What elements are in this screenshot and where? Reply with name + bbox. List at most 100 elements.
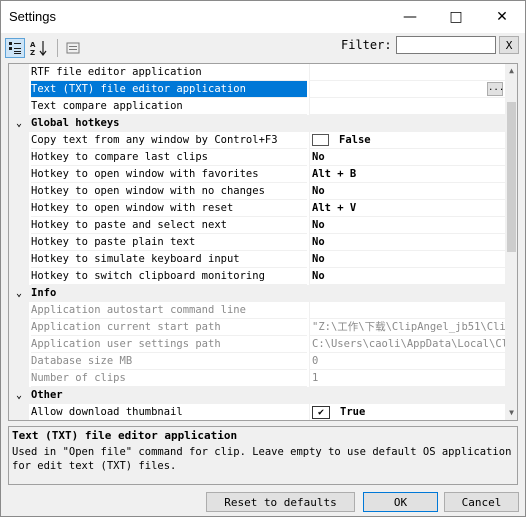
scroll-thumb[interactable] [507, 102, 516, 252]
property-name[interactable]: Hotkey to switch clipboard monitoring [31, 268, 307, 285]
property-value[interactable]: False [309, 132, 505, 149]
row-gutter [9, 149, 29, 166]
reset-defaults-button[interactable]: Reset to defaults [206, 492, 355, 512]
property-row[interactable]: Number of clips 1 [9, 370, 505, 387]
property-value[interactable]: No [309, 217, 505, 234]
property-value[interactable]: No [309, 149, 505, 166]
property-value[interactable]: "Z:\工作\下载\ClipAngel_jb51\Cli [309, 319, 505, 336]
property-name[interactable]: Application autostart command line [31, 302, 307, 319]
row-gutter [9, 234, 29, 251]
property-value[interactable] [309, 302, 505, 319]
maximize-icon[interactable]: □ [433, 1, 479, 33]
property-value-text: No [312, 151, 325, 163]
collapse-chevron-icon[interactable]: ⌄ [13, 285, 25, 302]
property-name[interactable]: Number of clips [31, 370, 307, 387]
property-value-text: No [312, 253, 325, 265]
category-label: Info [31, 287, 57, 299]
title-bar: Settings — □ ✕ [1, 1, 525, 33]
cancel-button[interactable]: Cancel [444, 492, 519, 512]
category-label: Global hotkeys [31, 117, 120, 129]
property-name[interactable]: Hotkey to open window with reset [31, 200, 307, 217]
property-name[interactable]: Hotkey to simulate keyboard input [31, 251, 307, 268]
description-title: Text (TXT) file editor application [12, 429, 238, 442]
category-header[interactable]: ⌄ Global hotkeys [9, 115, 505, 132]
property-row[interactable]: Hotkey to compare last clips No [9, 149, 505, 166]
property-name[interactable]: Hotkey to compare last clips [31, 149, 307, 166]
property-row[interactable]: Hotkey to open window with reset Alt + V [9, 200, 505, 217]
color-swatch-icon [312, 134, 329, 146]
property-pages-icon[interactable] [63, 38, 83, 58]
property-value[interactable] [309, 98, 505, 115]
property-name[interactable]: Application current start path [31, 319, 307, 336]
property-value[interactable]: 1 [309, 370, 505, 387]
property-row[interactable]: Text compare application [9, 98, 505, 115]
property-row[interactable]: Database size MB 0 [9, 353, 505, 370]
property-row[interactable]: Hotkey to paste plain text No [9, 234, 505, 251]
property-value[interactable]: C:\Users\caoli\AppData\Local\Cli [309, 336, 505, 353]
property-value[interactable]: No [309, 183, 505, 200]
property-value[interactable]: No [309, 268, 505, 285]
category-header[interactable]: ⌄ Other [9, 387, 505, 404]
property-row[interactable]: Hotkey to simulate keyboard input No [9, 251, 505, 268]
property-name[interactable]: Application user settings path [31, 336, 307, 353]
categorized-view-icon[interactable] [5, 38, 25, 58]
property-row[interactable]: Hotkey to open window with favorites Alt … [9, 166, 505, 183]
property-value[interactable]: ... [309, 81, 505, 98]
toolbar-separator [57, 39, 58, 57]
alphabetical-sort-icon[interactable]: AZ [29, 38, 49, 58]
collapse-chevron-icon[interactable]: ⌄ [13, 115, 25, 132]
settings-window: Settings — □ ✕ AZ Filter: X RTF file edi… [0, 0, 526, 517]
property-row[interactable]: Application current start path "Z:\工作\下载\… [9, 319, 505, 336]
property-row[interactable]: Hotkey to open window with no changes No [9, 183, 505, 200]
property-name[interactable]: Allow download thumbnail [31, 404, 307, 420]
property-row[interactable]: Application autostart command line [9, 302, 505, 319]
property-value-text: True [340, 406, 366, 418]
property-name[interactable]: Hotkey to open window with favorites [31, 166, 307, 183]
property-row[interactable]: Allow download thumbnail ✔ True [9, 404, 505, 420]
property-value[interactable]: Alt + V [309, 200, 505, 217]
property-row[interactable]: Copy text from any window by Control+F3 F… [9, 132, 505, 149]
row-gutter [9, 336, 29, 353]
checkbox-icon[interactable]: ✔ [312, 405, 330, 419]
property-value-text: No [312, 185, 325, 197]
description-text: Used in "Open file" command for clip. Le… [12, 446, 512, 472]
property-row[interactable]: Hotkey to switch clipboard monitoring No [9, 268, 505, 285]
close-icon[interactable]: ✕ [479, 1, 525, 33]
property-name[interactable]: Hotkey to paste and select next [31, 217, 307, 234]
property-row[interactable]: Hotkey to paste and select next No [9, 217, 505, 234]
property-name[interactable]: Hotkey to open window with no changes [31, 183, 307, 200]
property-name[interactable]: Database size MB [31, 353, 307, 370]
property-value[interactable]: ✔ True [309, 404, 505, 420]
property-row[interactable]: Application user settings path C:\Users\c… [9, 336, 505, 353]
property-name[interactable]: RTF file editor application [31, 64, 307, 81]
property-name[interactable]: Copy text from any window by Control+F3 [31, 132, 307, 149]
collapse-chevron-icon[interactable]: ⌄ [13, 387, 25, 404]
category-header[interactable]: ⌄ Info [9, 285, 505, 302]
filter-clear-button[interactable]: X [499, 36, 519, 54]
property-value[interactable]: No [309, 234, 505, 251]
row-gutter [9, 64, 29, 81]
scroll-down-icon[interactable]: ▼ [505, 406, 517, 420]
row-gutter [9, 81, 29, 98]
filter-input[interactable] [396, 36, 496, 54]
browse-button[interactable]: ... [487, 82, 504, 96]
property-name[interactable]: Text compare application [31, 98, 307, 115]
property-value-text: No [312, 219, 325, 231]
property-name[interactable]: Text (TXT) file editor application [31, 81, 307, 98]
property-row[interactable]: RTF file editor application [9, 64, 505, 81]
property-name[interactable]: Hotkey to paste plain text [31, 234, 307, 251]
property-value[interactable] [309, 64, 505, 81]
scroll-up-icon[interactable]: ▲ [505, 64, 517, 78]
property-value[interactable]: No [309, 251, 505, 268]
description-panel: Text (TXT) file editor application Used … [8, 426, 518, 485]
property-value[interactable]: Alt + B [309, 166, 505, 183]
row-gutter [9, 268, 29, 285]
ok-button[interactable]: OK [363, 492, 438, 512]
property-value-text: C:\Users\caoli\AppData\Local\Cli [312, 338, 505, 350]
property-row[interactable]: Text (TXT) file editor application... [9, 81, 505, 98]
window-title: Settings [9, 9, 56, 24]
vertical-scrollbar[interactable]: ▲ ▼ [505, 64, 517, 420]
row-gutter [9, 353, 29, 370]
property-value[interactable]: 0 [309, 353, 505, 370]
minimize-icon[interactable]: — [387, 1, 433, 33]
